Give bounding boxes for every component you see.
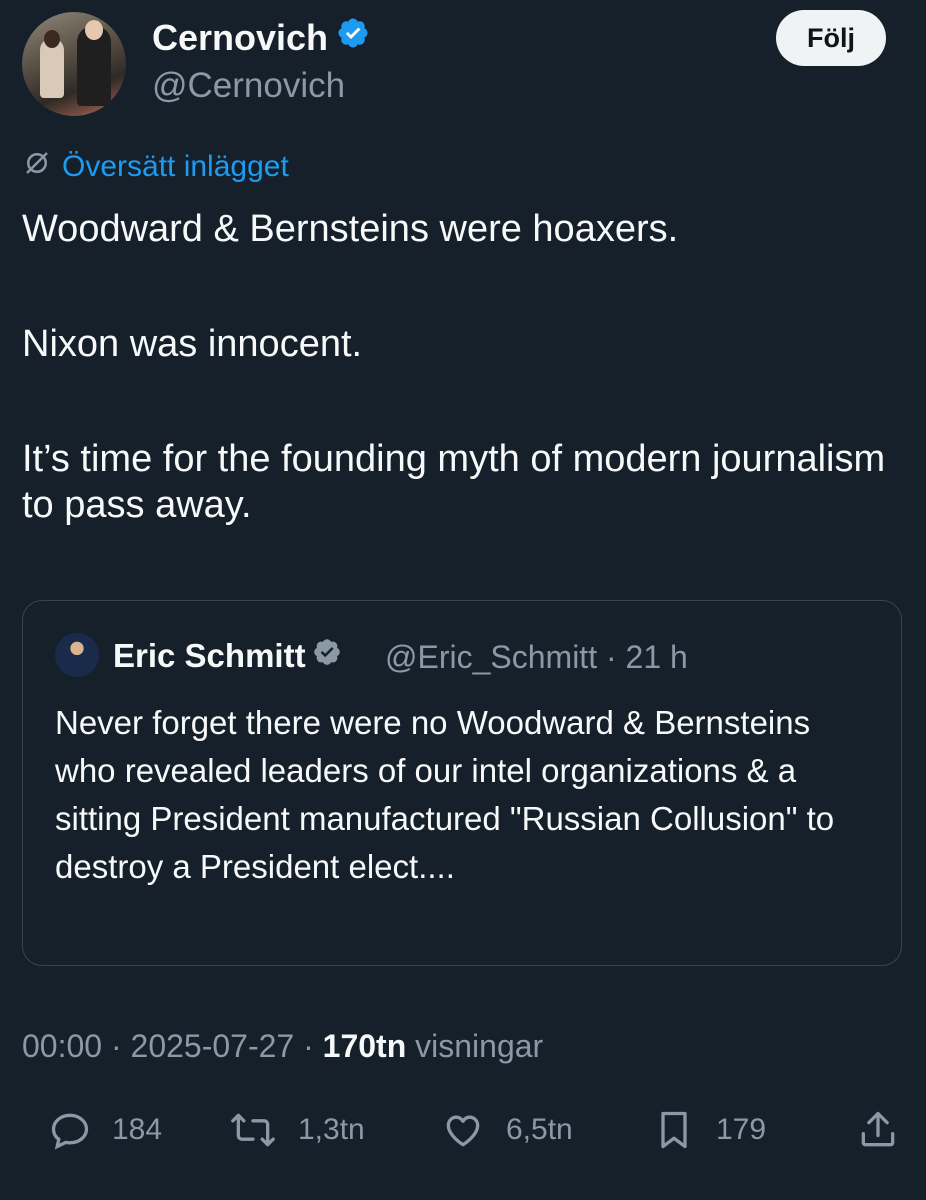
bookmark-icon	[652, 1106, 696, 1154]
tweet-meta: 00:00 · 2025-07-27 · 170tn visningar	[22, 1028, 543, 1065]
reply-icon	[48, 1108, 92, 1152]
separator-dot: ·	[294, 1028, 323, 1064]
tweet-paragraph: It’s time for the founding myth of moder…	[22, 438, 886, 526]
action-bar: 184 1,3tn 6,5tn 179	[0, 1100, 926, 1160]
quote-avatar[interactable]	[55, 633, 99, 677]
repost-icon	[228, 1108, 278, 1152]
share-button[interactable]	[856, 1100, 900, 1160]
follow-button[interactable]: Följ	[776, 10, 886, 66]
like-icon	[440, 1108, 486, 1152]
author-name-row[interactable]: Cernovich	[152, 16, 370, 59]
verified-badge-icon	[336, 16, 370, 59]
tweet-text: Woodward & Bernsteins were hoaxers. Nixo…	[22, 206, 902, 528]
quote-author-handle: @Eric_Schmitt	[385, 639, 598, 675]
quote-author-name: Eric Schmitt	[113, 637, 306, 674]
quote-timestamp: 21 h	[625, 639, 688, 675]
repost-button[interactable]: 1,3tn	[228, 1100, 365, 1160]
author-avatar[interactable]	[22, 12, 126, 116]
translate-label[interactable]: Översätt inlägget	[62, 150, 289, 184]
quote-meta: @Eric_Schmitt · 21 h	[385, 639, 688, 676]
avatar-figure-head	[85, 20, 103, 40]
reply-count: 184	[112, 1113, 163, 1146]
author-name[interactable]: Cernovich	[152, 17, 328, 59]
quote-author-name-row: Eric Schmitt	[113, 637, 342, 675]
quote-text: Never forget there were no Woodward & Be…	[55, 704, 835, 885]
avatar-figure-head	[44, 30, 60, 48]
separator-dot: ·	[597, 639, 626, 675]
tweet-paragraph: Woodward & Bernsteins were hoaxers.	[22, 208, 679, 250]
like-button[interactable]: 6,5tn	[440, 1100, 573, 1160]
views-label: visningar	[415, 1028, 544, 1064]
bookmark-button[interactable]: 179	[652, 1100, 766, 1160]
views-count: 170tn	[322, 1028, 407, 1064]
like-count: 6,5tn	[506, 1113, 573, 1146]
tweet-paragraph: Nixon was innocent.	[22, 323, 363, 365]
tweet-date[interactable]: 2025-07-27	[131, 1028, 295, 1064]
author-handle[interactable]: @Cernovich	[152, 66, 345, 106]
verified-badge-icon	[312, 637, 342, 675]
bookmark-count: 179	[716, 1113, 767, 1146]
reply-button[interactable]: 184	[48, 1100, 162, 1160]
tweet-time[interactable]: 00:00	[22, 1028, 102, 1064]
share-icon	[856, 1108, 900, 1152]
repost-count: 1,3tn	[298, 1113, 365, 1146]
globe-slash-icon	[22, 148, 52, 186]
translate-post-link[interactable]: Översätt inlägget	[22, 148, 289, 186]
separator-dot: ·	[102, 1028, 131, 1064]
quoted-tweet[interactable]: Eric Schmitt @Eric_Schmitt · 21 h Never …	[22, 600, 902, 966]
